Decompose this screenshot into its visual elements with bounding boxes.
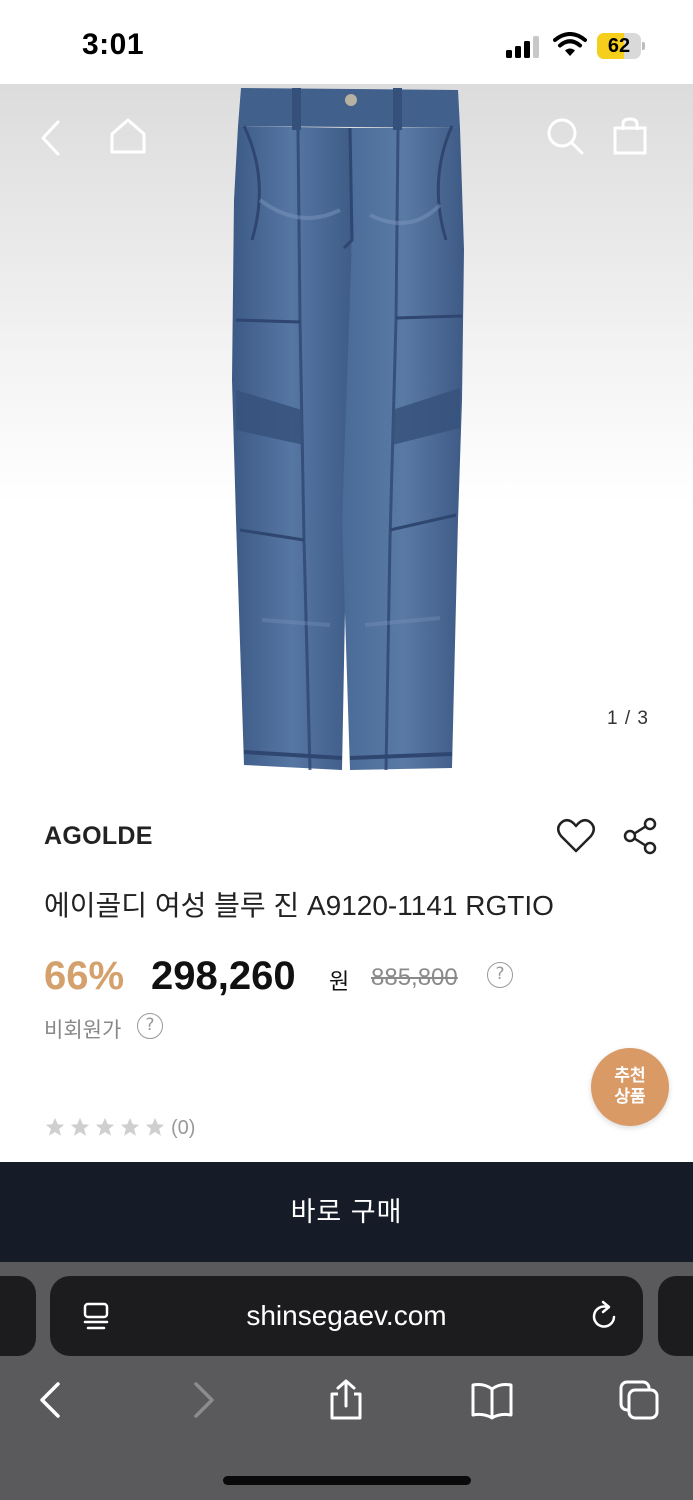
sale-price: 298,260 — [151, 954, 296, 998]
buy-now-label: 바로 구매 — [290, 1197, 403, 1227]
home-indicator — [223, 1476, 471, 1485]
star-icon — [45, 1117, 65, 1136]
brand-name[interactable]: AGOLDE — [44, 822, 153, 851]
search-icon[interactable] — [545, 116, 585, 156]
share-icon[interactable] — [620, 816, 660, 856]
url-text: shinsegaev.com — [246, 1300, 447, 1331]
heart-icon[interactable] — [556, 816, 596, 856]
battery-level: 62 — [607, 35, 631, 57]
star-icon — [70, 1117, 90, 1136]
shopping-bag-icon[interactable] — [610, 116, 650, 156]
product-image-gallery[interactable]: 1 / 3 — [0, 84, 693, 784]
wifi-icon — [553, 32, 587, 56]
browser-forward-icon[interactable] — [180, 1378, 224, 1422]
recommended-products-button[interactable]: 추천 상품 — [591, 1048, 669, 1126]
image-counter: 1 / 3 — [607, 708, 649, 729]
non-member-price-label: 비회원가 — [44, 1019, 122, 1042]
status-bar: 3:01 62 — [0, 0, 693, 84]
original-price: 885,800 — [371, 964, 458, 991]
browser-back-icon[interactable] — [30, 1378, 74, 1422]
battery-indicator: 62 — [597, 33, 645, 59]
cellular-signal-icon — [506, 36, 539, 58]
product-name: 에이골디 여성 블루 진 A9120-1141 RGTIO — [44, 890, 554, 921]
browser-share-icon[interactable] — [324, 1378, 368, 1422]
currency-unit: 원 — [329, 969, 350, 994]
status-time: 3:01 — [82, 28, 145, 61]
back-icon[interactable] — [32, 118, 72, 158]
buy-now-button[interactable]: 바로 구매 — [0, 1162, 693, 1262]
home-icon[interactable] — [108, 116, 148, 156]
review-count: (0) — [171, 1117, 196, 1139]
previous-tab-preview[interactable] — [0, 1276, 36, 1356]
star-icon — [145, 1117, 165, 1136]
browser-chrome: shinsegaev.com — [0, 1262, 693, 1500]
address-bar[interactable]: shinsegaev.com — [50, 1276, 643, 1356]
discount-rate: 66% — [44, 954, 125, 998]
member-price-help-icon[interactable]: ? — [137, 1013, 163, 1039]
tabs-icon[interactable] — [617, 1378, 661, 1422]
price-help-icon[interactable]: ? — [487, 962, 513, 988]
bookmarks-icon[interactable] — [470, 1378, 514, 1422]
recommend-line2: 상품 — [614, 1087, 646, 1106]
star-icon — [120, 1117, 140, 1136]
recommend-line1: 추천 — [614, 1066, 646, 1085]
next-tab-preview[interactable] — [658, 1276, 693, 1356]
star-icon — [95, 1117, 115, 1136]
reload-icon[interactable] — [588, 1300, 620, 1332]
jeans-product-image — [232, 88, 464, 771]
